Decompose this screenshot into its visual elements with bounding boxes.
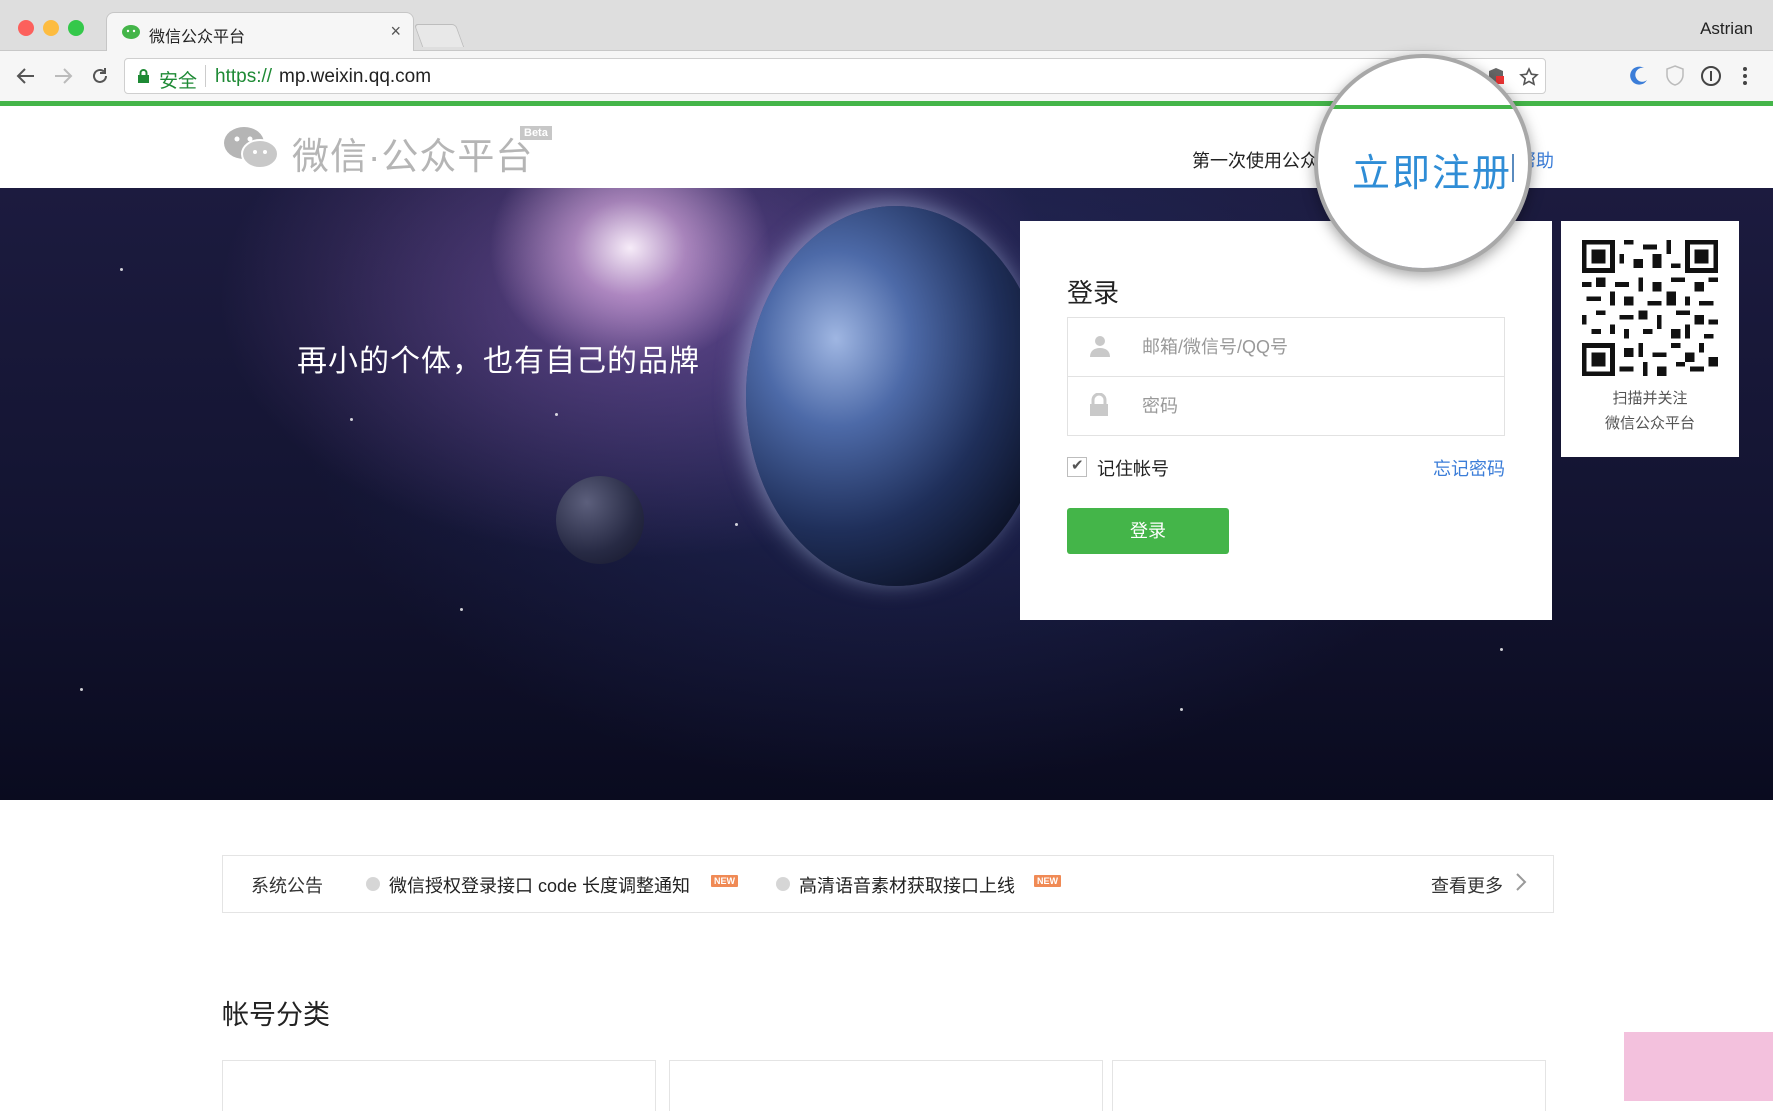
star: [460, 608, 463, 611]
address-bar[interactable]: 安全 https:// mp.weixin.qq.com: [124, 58, 1546, 94]
notice-label: 系统公告: [251, 876, 323, 896]
password-field[interactable]: [1067, 376, 1505, 436]
remember-label[interactable]: 记住帐号: [1097, 455, 1169, 481]
star: [80, 688, 83, 691]
address-divider: [205, 65, 206, 87]
login-title: 登录: [1067, 278, 1120, 308]
planet-illustration: [746, 206, 1046, 586]
beta-badge: Beta: [520, 126, 552, 140]
reload-icon[interactable]: [85, 61, 115, 91]
browser-tab-active[interactable]: 微信公众平台 ×: [106, 12, 414, 52]
url-scheme: https://: [215, 66, 273, 87]
star: [1500, 648, 1503, 651]
register-link[interactable]: 立即注册: [1352, 142, 1512, 197]
hero-slogan: 再小的个体，也有自己的品牌: [297, 345, 700, 378]
window-zoom-button[interactable]: [68, 20, 84, 36]
bookmark-star-icon[interactable]: [1519, 67, 1539, 87]
magnified-loading-bar: [1318, 105, 1528, 109]
account-category-title: 帐号分类: [222, 1000, 330, 1030]
browser-menu-icon[interactable]: [1742, 65, 1748, 87]
moon-illustration: [556, 476, 644, 564]
qr-caption-line2: 微信公众平台: [1604, 415, 1695, 432]
logo-text[interactable]: 微信·公众平台: [292, 126, 533, 180]
qr-caption-line1: 扫描并关注: [1612, 390, 1688, 407]
first-use-text: 第一次使用公众: [1192, 151, 1318, 171]
login-button[interactable]: 登录: [1067, 508, 1229, 554]
magnified-login-card: [1318, 218, 1518, 268]
account-category-card[interactable]: [222, 1060, 656, 1111]
star: [350, 418, 353, 421]
remember-checkbox[interactable]: ✔: [1067, 457, 1087, 477]
user-icon: [1090, 336, 1110, 357]
tab-title: 微信公众平台: [149, 29, 246, 46]
secure-label: 安全: [159, 71, 198, 92]
url-host: mp.weixin.qq.com: [279, 66, 432, 87]
forward-arrow-icon[interactable]: [48, 61, 78, 91]
account-category-card[interactable]: [669, 1060, 1103, 1111]
forgot-password-link[interactable]: 忘记密码: [1433, 455, 1505, 481]
secure-lock-icon: [138, 69, 149, 83]
browser-tab-bar: 微信公众平台 × Astrian: [0, 0, 1773, 52]
star: [555, 413, 558, 416]
account-input[interactable]: [1140, 332, 1484, 362]
qr-card: 扫描并关注 微信公众平台: [1561, 221, 1739, 457]
new-badge: NEW: [711, 875, 738, 887]
password-input[interactable]: [1140, 391, 1484, 421]
moon-extension-icon[interactable]: [1626, 65, 1650, 87]
wechat-logo-icon: [224, 127, 279, 169]
notice-bullet-icon: [366, 877, 380, 891]
notice-item-link[interactable]: 高清语音素材获取接口上线: [799, 872, 1015, 898]
window-close-button[interactable]: [18, 20, 34, 36]
new-tab-button[interactable]: [413, 24, 465, 47]
magnified-divider: [1512, 154, 1514, 182]
qr-code-icon: [1582, 240, 1718, 376]
chevron-right-icon[interactable]: [1515, 872, 1527, 892]
back-arrow-icon[interactable]: [11, 61, 41, 91]
account-field[interactable]: [1067, 317, 1505, 377]
star: [1180, 708, 1183, 711]
browser-profile-name[interactable]: Astrian: [1700, 19, 1753, 39]
shield-extension-icon[interactable]: [1665, 65, 1685, 87]
view-more-link[interactable]: 查看更多: [1431, 872, 1503, 898]
star: [120, 268, 123, 271]
lock-icon: [1090, 393, 1108, 416]
notice-bullet-icon: [776, 877, 790, 891]
system-notice-bar: 系统公告 微信授权登录接口 code 长度调整通知 NEW 高清语音素材获取接口…: [222, 855, 1554, 913]
account-category-card[interactable]: [1112, 1060, 1546, 1111]
check-icon: ✔: [1071, 457, 1084, 474]
corner-decoration: [1624, 1032, 1773, 1101]
star: [735, 523, 738, 526]
info-extension-icon[interactable]: [1700, 65, 1722, 87]
notice-item-link[interactable]: 微信授权登录接口 code 长度调整通知: [389, 872, 690, 898]
magnifier-callout: 立即注册: [1314, 54, 1532, 272]
login-card: 登录 ✔ 记住帐号 忘记密码 登录: [1020, 221, 1552, 620]
new-badge: NEW: [1034, 875, 1061, 887]
window-minimize-button[interactable]: [43, 20, 59, 36]
tab-close-icon[interactable]: ×: [390, 21, 401, 42]
wechat-favicon-icon: [122, 25, 140, 39]
